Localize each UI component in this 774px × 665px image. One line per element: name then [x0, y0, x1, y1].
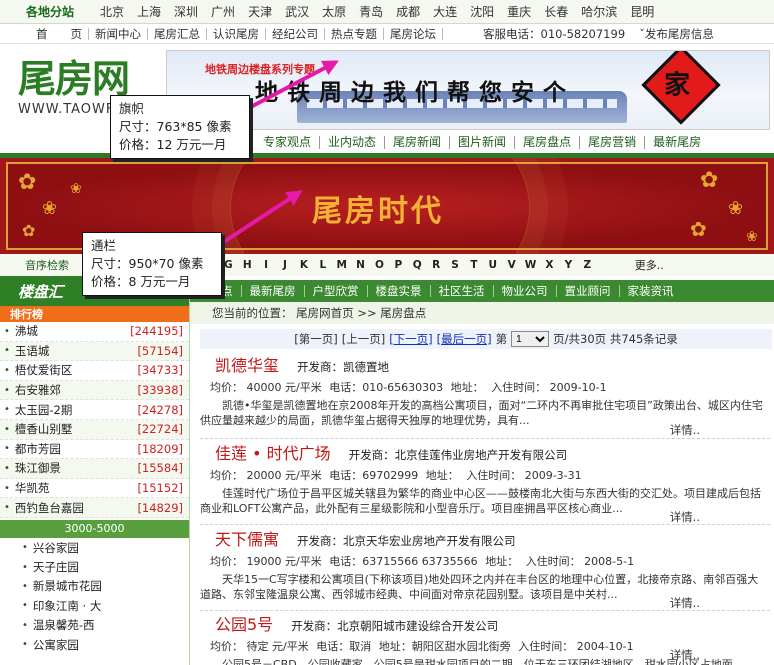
- callout-title: 旗帜: [119, 101, 145, 116]
- callout-price: 价格：8 万元一月: [91, 274, 191, 289]
- annotation-arrow: [220, 190, 303, 245]
- annotation-arrow: [244, 60, 339, 112]
- callout-size: 尺寸：763*85 像素: [119, 119, 232, 134]
- ad-callout-banner: 通栏 尺寸：950*70 像素 价格：8 万元一月: [82, 232, 222, 296]
- ad-callout-flag: 旗帜 尺寸：763*85 像素 价格：12 万元一月: [110, 95, 250, 159]
- callout-title: 通栏: [91, 238, 117, 253]
- callout-size: 尺寸：950*70 像素: [91, 256, 204, 271]
- callout-price: 价格：12 万元一月: [119, 137, 227, 152]
